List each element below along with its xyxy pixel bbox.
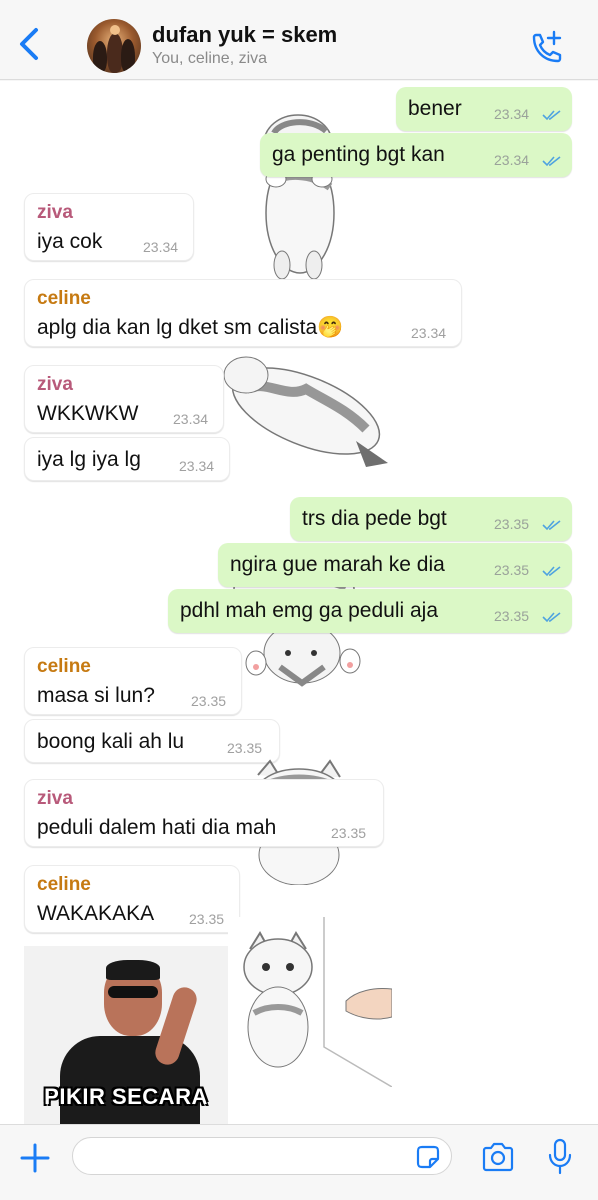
cat-sticker[interactable] [228, 917, 392, 1087]
message-list[interactable]: bener 23.34 ga penting bgt kan 23.34 ziv… [0, 81, 598, 1124]
message-time: 23.35 [331, 825, 367, 841]
plus-icon[interactable] [18, 1141, 52, 1175]
read-ticks-icon [542, 156, 561, 167]
message-text: masa si lun? [37, 684, 155, 707]
camera-icon[interactable] [480, 1141, 516, 1173]
message-time: 23.34 [173, 411, 209, 427]
hand-over-mouth-emoji: 🤭 [317, 316, 344, 339]
message-time: 23.35 [494, 562, 530, 578]
message-text: iya cok [37, 230, 103, 253]
message-time: 23.35 [191, 693, 227, 709]
message-incoming[interactable]: celine aplg dia kan lg dket sm calista🤭 … [24, 279, 462, 347]
message-outgoing[interactable]: ga penting bgt kan 23.34 [260, 133, 572, 177]
message-input[interactable] [72, 1137, 452, 1175]
sender-name: celine [37, 288, 91, 309]
sender-name: ziva [37, 788, 73, 809]
message-text: trs dia pede bgt [302, 507, 447, 530]
meme-image[interactable]: PIKIR SECARA [24, 946, 228, 1124]
read-ticks-icon [542, 520, 561, 531]
message-time: 23.34 [494, 106, 530, 122]
chevron-left-icon[interactable] [14, 24, 44, 64]
message-text: boong kali ah lu [37, 730, 185, 753]
cat-sticker[interactable] [216, 349, 392, 475]
sender-name: ziva [37, 202, 73, 223]
message-time: 23.35 [189, 911, 225, 927]
message-text: aplg dia kan lg dket sm calista [37, 316, 318, 339]
message-text: WKKWKW [37, 402, 139, 425]
read-ticks-icon [542, 110, 561, 121]
chat-title[interactable]: dufan yuk = skem [152, 22, 337, 48]
message-text: peduli dalem hati dia mah [37, 816, 277, 839]
chat-header: dufan yuk = skem You, celine, ziva [0, 0, 598, 80]
message-time: 23.34 [494, 152, 530, 168]
message-incoming[interactable]: celine WAKAKAKA 23.35 [24, 865, 240, 933]
message-incoming[interactable]: ziva iya cok 23.34 [24, 193, 194, 261]
cat-sticker[interactable] [240, 103, 360, 283]
message-time: 23.34 [411, 325, 447, 341]
message-time: 23.34 [143, 239, 179, 255]
message-outgoing[interactable]: trs dia pede bgt 23.35 [290, 497, 572, 541]
message-outgoing[interactable]: bener 23.34 [396, 87, 572, 131]
sticker-icon[interactable] [414, 1143, 442, 1171]
message-incoming[interactable]: boong kali ah lu 23.35 [24, 719, 280, 763]
message-incoming[interactable]: celine masa si lun? 23.35 [24, 647, 242, 715]
compose-bar [0, 1124, 598, 1200]
message-incoming[interactable]: ziva peduli dalem hati dia mah 23.35 [24, 779, 384, 847]
chat-participants[interactable]: You, celine, ziva [152, 50, 267, 68]
message-text: ga penting bgt kan [272, 143, 445, 166]
sender-name: celine [37, 874, 91, 895]
message-text: iya lg iya lg [37, 448, 141, 471]
message-outgoing[interactable]: ngira gue marah ke dia 23.35 [218, 543, 572, 587]
read-ticks-icon [542, 612, 561, 623]
message-text: ngira gue marah ke dia [230, 553, 445, 576]
message-text: pdhl mah emg ga peduli aja [180, 599, 439, 622]
message-time: 23.34 [179, 458, 215, 474]
message-text: bener [408, 97, 462, 120]
message-time: 23.35 [494, 608, 530, 624]
phone-plus-icon[interactable] [526, 28, 566, 68]
message-time: 23.35 [494, 516, 530, 532]
microphone-icon[interactable] [546, 1137, 574, 1177]
message-text: WAKAKAKA [37, 902, 155, 925]
sender-name: ziva [37, 374, 73, 395]
sender-name: celine [37, 656, 91, 677]
message-incoming[interactable]: ziva WKKWKW 23.34 [24, 365, 224, 433]
message-time: 23.35 [227, 740, 263, 756]
message-incoming[interactable]: iya lg iya lg 23.34 [24, 437, 230, 481]
group-avatar[interactable] [87, 19, 141, 73]
message-outgoing[interactable]: pdhl mah emg ga peduli aja 23.35 [168, 589, 572, 633]
meme-caption: PIKIR SECARA [44, 1084, 208, 1109]
read-ticks-icon [542, 566, 561, 577]
